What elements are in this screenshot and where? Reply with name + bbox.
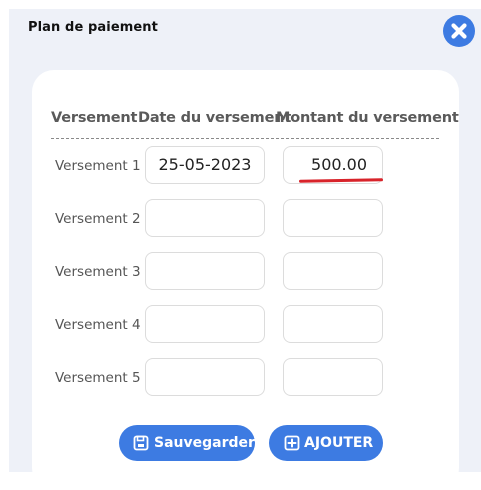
save-button-label: Sauvegarder xyxy=(154,435,255,451)
plus-square-icon xyxy=(284,435,300,451)
header-date: Date du versement xyxy=(138,110,292,126)
date-field-5[interactable] xyxy=(145,358,265,396)
row-label-1: Versement 1 xyxy=(55,158,141,174)
add-button[interactable]: AJOUTER xyxy=(269,425,383,461)
payment-plan-modal: Plan de paiement Versement Date du verse… xyxy=(9,9,481,490)
row-label-4: Versement 4 xyxy=(55,317,141,333)
date-field-4[interactable] xyxy=(145,305,265,343)
date-field-2[interactable] xyxy=(145,199,265,237)
close-button[interactable] xyxy=(443,15,475,47)
date-field-3[interactable] xyxy=(145,252,265,290)
payment-card: Versement Date du versement Montant du v… xyxy=(32,70,459,490)
close-icon xyxy=(451,23,467,39)
amount-field-4[interactable] xyxy=(283,305,383,343)
header-divider xyxy=(51,138,439,139)
add-button-label: AJOUTER xyxy=(304,435,374,451)
header-versement: Versement xyxy=(51,110,138,126)
top-edge xyxy=(0,0,481,9)
amount-field-2[interactable] xyxy=(283,199,383,237)
header-amount: Montant du versement xyxy=(276,110,459,126)
floppy-disk-icon xyxy=(133,435,149,451)
amount-field-3[interactable] xyxy=(283,252,383,290)
save-button[interactable]: Sauvegarder xyxy=(119,425,255,461)
row-label-5: Versement 5 xyxy=(55,370,141,386)
date-field-1[interactable]: 25-05-2023 xyxy=(145,146,265,184)
row-label-2: Versement 2 xyxy=(55,211,141,227)
modal-title: Plan de paiement xyxy=(28,20,158,35)
amount-field-5[interactable] xyxy=(283,358,383,396)
row-label-3: Versement 3 xyxy=(55,264,141,280)
